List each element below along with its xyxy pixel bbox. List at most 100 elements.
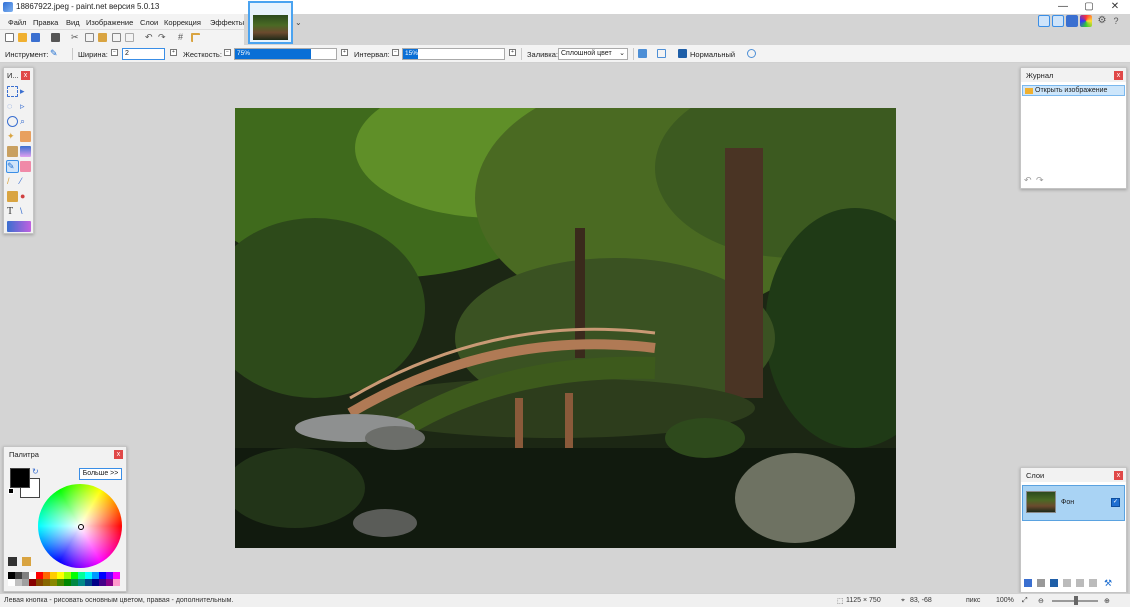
palette-swatch[interactable] (36, 572, 43, 579)
palette-swatch[interactable] (78, 572, 85, 579)
history-undo-icon[interactable]: ↶ (1024, 175, 1032, 186)
palette-swatch[interactable] (15, 572, 22, 579)
recolor-icon[interactable]: ● (20, 191, 31, 202)
palette-swatch[interactable] (113, 579, 120, 586)
history-toggle-icon[interactable] (1052, 15, 1064, 27)
fill-select[interactable]: Сплошной цвет ⌄ (558, 48, 628, 60)
history-panel-close-icon[interactable]: x (1114, 71, 1123, 80)
delete-layer-icon[interactable] (1037, 579, 1045, 587)
palette-swatch[interactable] (71, 579, 78, 586)
ellipse-select-icon[interactable] (7, 116, 18, 127)
copy-icon[interactable] (85, 33, 94, 42)
width-decrease-icon[interactable]: − (111, 49, 118, 56)
palette-swatch[interactable] (36, 579, 43, 586)
save-icon[interactable] (31, 33, 40, 42)
palette-swatch[interactable] (85, 579, 92, 586)
tab-dropdown-icon[interactable]: ⌄ (295, 18, 302, 27)
menu-image[interactable]: Изображение (86, 18, 133, 27)
menu-adjustments[interactable]: Коррекция (164, 18, 201, 27)
move-selection-icon[interactable]: ▹ (20, 101, 31, 112)
menu-file[interactable]: Файл (8, 18, 26, 27)
eraser-icon[interactable] (20, 161, 31, 172)
alpha-blend-icon[interactable] (657, 49, 666, 58)
minimize-button[interactable]: — (1050, 0, 1076, 14)
open-icon[interactable] (18, 33, 27, 42)
magic-wand-icon[interactable]: ✦ (7, 131, 18, 142)
palette-swatch[interactable] (43, 579, 50, 586)
palette-swatch[interactable] (15, 579, 22, 586)
menu-edit[interactable]: Правка (33, 18, 58, 27)
rectangle-select-icon[interactable] (7, 86, 18, 97)
zoom-slider-thumb[interactable] (1074, 596, 1078, 605)
gradient-icon[interactable] (20, 146, 31, 157)
print-icon[interactable] (51, 33, 60, 42)
paintbrush-icon[interactable]: ✎ (50, 49, 59, 58)
pencil-icon[interactable]: / (7, 176, 18, 187)
units-select[interactable]: пикс (966, 597, 980, 604)
pan-icon[interactable] (20, 131, 31, 142)
palette-swatch[interactable] (29, 579, 36, 586)
blend-mode-icon[interactable] (678, 49, 687, 58)
add-layer-icon[interactable] (1024, 579, 1032, 587)
palette-swatch[interactable] (64, 579, 71, 586)
palette-swatch[interactable] (64, 572, 71, 579)
palette-swatch[interactable] (22, 572, 29, 579)
settings-icon[interactable]: ⚙ (1096, 15, 1108, 27)
hardness-decrease-icon[interactable]: − (224, 49, 231, 56)
color-wheel-cursor[interactable] (78, 524, 84, 530)
swap-colors-icon[interactable]: ↻ (32, 467, 39, 476)
image-tab[interactable] (248, 1, 293, 44)
image-canvas[interactable] (235, 108, 896, 548)
palette-swatch[interactable] (106, 572, 113, 579)
cut-icon[interactable]: ✂ (71, 33, 80, 42)
palette-swatch[interactable] (43, 572, 50, 579)
merge-layer-icon[interactable] (1063, 579, 1071, 587)
antialias-icon[interactable] (638, 49, 647, 58)
width-increase-icon[interactable]: + (170, 49, 177, 56)
palette-swatch[interactable] (92, 572, 99, 579)
duplicate-layer-icon[interactable] (1050, 579, 1058, 587)
zoom-icon[interactable]: ⌕ (20, 116, 31, 127)
layer-properties-icon[interactable]: ⚒ (1104, 579, 1112, 588)
width-input[interactable]: 2 (122, 48, 165, 60)
palette-swatch[interactable] (50, 572, 57, 579)
lasso-select-icon[interactable]: ◌ (7, 101, 18, 112)
reset-colors-icon[interactable] (8, 488, 14, 494)
new-icon[interactable] (5, 33, 14, 42)
deselect-icon[interactable] (125, 33, 134, 42)
move-layer-up-icon[interactable] (1076, 579, 1084, 587)
redo-icon[interactable]: ↷ (158, 33, 167, 42)
close-button[interactable]: ✕ (1102, 0, 1128, 14)
palette-panel-close-icon[interactable]: x (114, 450, 123, 459)
tools-panel-close-icon[interactable]: x (21, 71, 30, 80)
history-item[interactable]: Открыть изображение (1022, 85, 1125, 96)
maximize-button[interactable]: ▢ (1076, 0, 1102, 14)
blend-mode-value[interactable]: Нормальный (690, 50, 735, 59)
selection-mode-icon[interactable] (747, 49, 756, 58)
layer-visibility-checkbox[interactable]: ✓ (1111, 498, 1120, 507)
palette-swatch[interactable] (8, 579, 15, 586)
undo-icon[interactable]: ↶ (145, 33, 154, 42)
palette-swatch[interactable] (78, 579, 85, 586)
zoom-slider[interactable] (1052, 596, 1098, 605)
palette-swatch[interactable] (92, 579, 99, 586)
palette-swatch[interactable] (85, 572, 92, 579)
layers-toggle-icon[interactable] (1066, 15, 1078, 27)
palette-swatch[interactable] (50, 579, 57, 586)
hardness-increase-icon[interactable]: + (341, 49, 348, 56)
more-colors-button[interactable]: Больше >> (79, 468, 122, 480)
menu-view[interactable]: Вид (66, 18, 80, 27)
color-wheel[interactable] (38, 484, 122, 568)
palette-swatch[interactable] (99, 579, 106, 586)
interval-increase-icon[interactable]: + (509, 49, 516, 56)
layer-row[interactable]: Фон ✓ (1022, 485, 1125, 521)
menu-effects[interactable]: Эффекты (210, 18, 244, 27)
palette-swatch[interactable] (57, 572, 64, 579)
palette-swatch[interactable] (22, 579, 29, 586)
primary-color-swatch[interactable] (10, 468, 30, 488)
color-picker-icon[interactable]: ⁄ (20, 176, 31, 187)
palette-swatch[interactable] (106, 579, 113, 586)
palette-colors-icon[interactable] (22, 557, 31, 566)
palette-swatch[interactable] (113, 572, 120, 579)
shapes-icon[interactable] (7, 221, 31, 232)
